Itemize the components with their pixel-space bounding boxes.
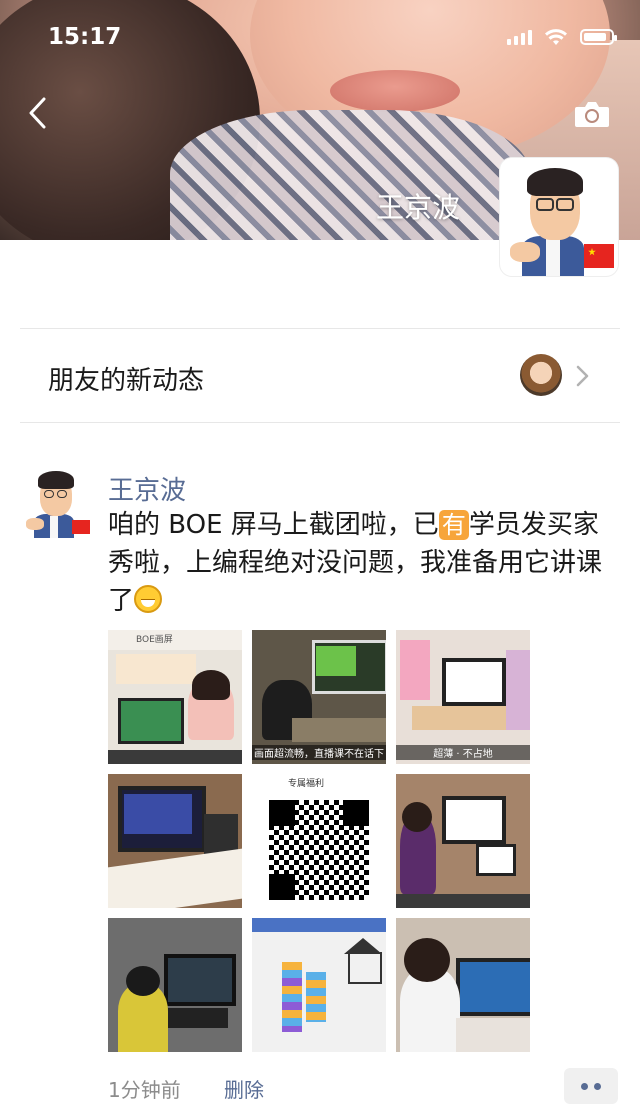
chevron-right-icon [576, 365, 589, 387]
wifi-icon [545, 29, 567, 45]
post-author-name[interactable]: 王京波 [108, 470, 186, 507]
signal-icon [507, 29, 532, 45]
post-image-caption: 超薄 · 不占地 [396, 745, 530, 760]
post-image-grid: BOE画屏 画面超流畅，直播课不在话下 超薄 · 不占地 专属福利 [108, 630, 530, 1052]
delete-link[interactable]: 删除 [224, 1074, 264, 1103]
cover-scarf [170, 110, 530, 240]
post-author-avatar[interactable] [22, 466, 94, 538]
post-image[interactable]: 画面超流畅，直播课不在话下 [252, 630, 386, 764]
divider [20, 422, 620, 423]
dot-icon [581, 1082, 588, 1090]
post-image[interactable]: BOE画屏 [108, 630, 242, 764]
post-timestamp: 1分钟前 [108, 1078, 181, 1102]
back-arrow-icon[interactable] [26, 96, 48, 130]
post-image-top-text: 专属福利 [288, 779, 325, 789]
post-image[interactable] [396, 918, 530, 1052]
camera-icon[interactable] [574, 100, 610, 128]
post-image[interactable] [108, 774, 242, 908]
profile-name[interactable]: 王京波 [376, 186, 460, 226]
post-image[interactable] [252, 918, 386, 1052]
dot-icon [594, 1082, 601, 1090]
post-text: 咱的 BOE 屏马上截团啦，已有学员发买家秀啦，上编程绝对没问题，我准备用它讲课… [108, 506, 616, 620]
qr-code-icon [269, 800, 369, 900]
more-actions-button[interactable] [564, 1068, 618, 1104]
battery-icon [580, 29, 617, 45]
friend-avatar [520, 354, 562, 396]
post-image[interactable]: 专属福利 [252, 774, 386, 908]
post-image-caption: 画面超流畅，直播课不在话下 [252, 745, 386, 760]
status-time: 15:17 [48, 24, 122, 50]
post-badge: 有 [438, 510, 469, 540]
profile-avatar[interactable] [500, 158, 618, 276]
friends-updates-label: 朋友的新动态 [48, 366, 205, 396]
post-text-part: 咱的 BOE 屏马上截团啦，已 [108, 510, 439, 540]
friends-updates-row[interactable]: 朋友的新动态 [0, 330, 640, 422]
post-image-top-text: BOE画屏 [136, 635, 173, 645]
cover-lips [330, 70, 460, 112]
house-icon [348, 952, 382, 984]
status-icons [507, 28, 617, 46]
post-image[interactable]: 超薄 · 不占地 [396, 630, 530, 764]
post-image[interactable] [108, 918, 242, 1052]
divider [20, 328, 620, 329]
post-image[interactable] [396, 774, 530, 908]
grin-emoji-icon [134, 585, 163, 613]
